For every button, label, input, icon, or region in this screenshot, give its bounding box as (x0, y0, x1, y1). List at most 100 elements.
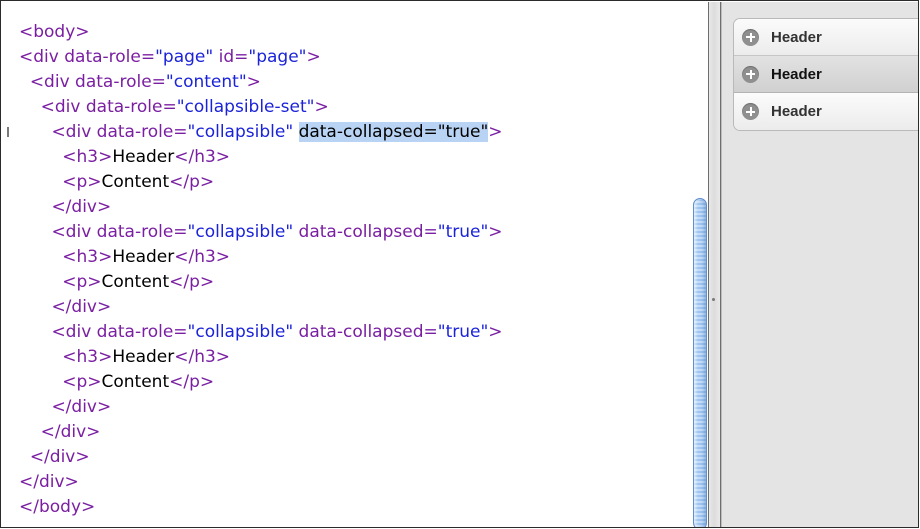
code-token: <body> (19, 22, 90, 42)
code-token: "collapsible" (187, 322, 294, 342)
code-token: <div (29, 72, 76, 92)
collapsible-heading: Header (771, 28, 822, 46)
code-token: data-role= (75, 72, 166, 92)
code-token: <p> (62, 272, 102, 292)
code-token: "content" (165, 72, 247, 92)
code-token: <p> (62, 372, 102, 392)
code-token: Header (112, 347, 175, 367)
code-token: <h3> (62, 347, 113, 367)
gutter-marker (7, 127, 9, 137)
editor-scrollbar-thumb[interactable] (693, 198, 707, 527)
code-token: </p> (169, 172, 215, 192)
code-line: </div> (19, 420, 503, 445)
window-frame: <body> <div data-role="page" id="page"> <… (0, 0, 919, 528)
code-token: <p> (62, 172, 102, 192)
code-line: </div> (19, 195, 503, 220)
code-token: <div (51, 122, 97, 142)
plus-icon (742, 28, 759, 46)
code-token: <div (40, 97, 86, 117)
code-line: <h3>Header</h3> (19, 345, 503, 370)
code-token: <div (51, 322, 97, 342)
code-line: <p>Content</p> (19, 270, 503, 295)
code-line: </div> (19, 395, 503, 420)
code-line: <p>Content</p> (19, 170, 503, 195)
code-line: </div> (19, 470, 503, 495)
code-token: "true" (437, 322, 489, 342)
code-token: Header (112, 147, 175, 167)
code-line: <p>Content</p> (19, 370, 503, 395)
code-token: </div> (40, 422, 101, 442)
code-line: <div data-role="collapsible" data-collap… (19, 220, 503, 245)
code-token: </div> (51, 297, 112, 317)
code-line: </div> (19, 295, 503, 320)
code-token: </h3> (174, 247, 231, 267)
code-token: </p> (169, 272, 215, 292)
code-block[interactable]: <body> <div data-role="page" id="page"> <… (19, 20, 503, 520)
code-token: data-role= (85, 97, 177, 117)
code-line: <body> (19, 20, 503, 45)
code-token: data-collapsed= (293, 222, 438, 242)
collapsible-heading: Header (771, 103, 822, 120)
code-token: > (488, 222, 503, 242)
code-token: > (306, 47, 321, 67)
code-token: Content (101, 172, 170, 192)
splitter-grip-icon (712, 298, 715, 301)
code-token: </h3> (174, 347, 231, 367)
code-token: Content (101, 372, 170, 392)
collapsible-header-1[interactable]: Header (734, 19, 918, 56)
code-line: <div data-role="collapsible" data-collap… (19, 320, 502, 345)
code-token: </body> (19, 497, 96, 517)
code-token: data-role= (96, 122, 188, 142)
collapsible-set: Header Header Header (733, 18, 918, 131)
code-token: </p> (169, 372, 215, 392)
pane-splitter[interactable] (708, 2, 722, 527)
code-token: data-collapsed= (293, 322, 438, 342)
code-token: Content (101, 272, 170, 292)
code-token: Header (112, 247, 175, 267)
code-token: "true" (437, 222, 489, 242)
code-token: data-role= (96, 322, 188, 342)
code-line: <div data-role="collapsible" data-collap… (19, 120, 503, 145)
code-line: </div> (19, 445, 503, 470)
code-token: <h3> (62, 247, 113, 267)
code-line: <div data-role="collapsible-set"> (19, 95, 503, 120)
code-line: <div data-role="page" id="page"> (19, 45, 503, 70)
code-token: data-role= (96, 222, 188, 242)
code-token: "page" (155, 47, 214, 67)
plus-icon (742, 65, 759, 83)
code-token: <div (19, 47, 65, 67)
plus-icon (742, 103, 759, 120)
code-token: <div (51, 222, 97, 242)
code-line: <div data-role="content"> (19, 70, 503, 95)
code-line: </body> (19, 495, 503, 520)
code-token: > (488, 122, 503, 142)
code-token: > (246, 72, 261, 92)
code-token: "collapsible-set" (176, 97, 315, 117)
code-editor[interactable]: <body> <div data-role="page" id="page"> <… (2, 2, 708, 527)
code-token: </div> (51, 397, 112, 417)
code-token: </div> (29, 447, 90, 467)
collapsible-header-2[interactable]: Header (734, 56, 918, 93)
code-token: "collapsible" (187, 122, 294, 142)
code-token: </div> (51, 197, 112, 217)
code-token: "page" (248, 47, 307, 67)
code-token: id= (213, 47, 249, 67)
selected-text: data-collapsed="true" (298, 122, 489, 142)
code-line: <h3>Header</h3> (19, 145, 503, 170)
code-token: > (314, 97, 329, 117)
collapsible-header-3[interactable]: Header (734, 93, 918, 130)
